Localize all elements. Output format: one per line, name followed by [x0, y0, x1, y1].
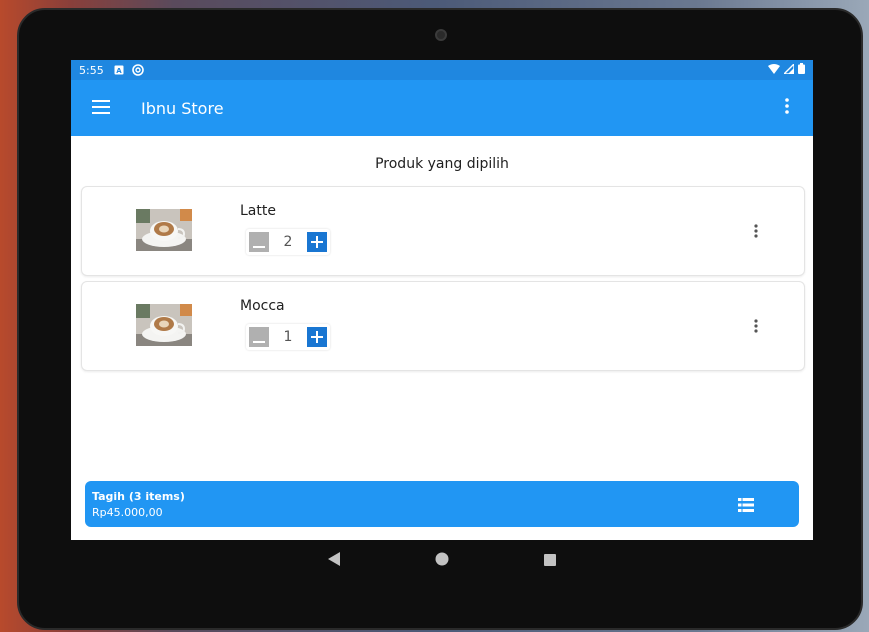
quantity-value: 1	[283, 329, 293, 345]
checkout-label: Tagih (3 items)	[92, 490, 185, 503]
app-title: Ibnu Store	[141, 98, 224, 118]
menu-button[interactable]	[73, 80, 129, 136]
product-image	[136, 209, 192, 251]
tablet-frame: 5:55 A Ibnu Store Produk yang dipilih La…	[17, 8, 863, 630]
more-vert-icon	[754, 223, 758, 242]
back-icon	[328, 551, 340, 570]
quantity-value: 2	[283, 234, 293, 250]
checkout-total: Rp45.000,00	[92, 506, 163, 519]
status-bar: 5:55 A	[71, 60, 813, 80]
camera	[435, 29, 447, 41]
quantity-stepper: 2	[246, 229, 330, 255]
list-icon	[738, 497, 754, 512]
signal-icon	[782, 61, 795, 77]
quantity-stepper: 1	[246, 324, 330, 350]
system-nav-bar	[71, 540, 813, 580]
minus-icon	[253, 233, 265, 252]
wifi-icon	[768, 63, 780, 77]
sync-icon	[131, 64, 144, 76]
main-content: Produk yang dipilih Latte 2 Mocca 1 Tagi…	[71, 136, 813, 540]
recents-icon	[544, 551, 556, 570]
product-name: Mocca	[240, 298, 285, 314]
device-screen: 5:55 A Ibnu Store Produk yang dipilih La…	[71, 60, 813, 540]
section-title: Produk yang dipilih	[375, 156, 509, 172]
plus-icon	[311, 233, 323, 252]
status-time: 5:55	[79, 63, 104, 77]
product-image	[136, 304, 192, 346]
overflow-menu-button[interactable]	[775, 96, 799, 120]
more-vert-icon	[754, 318, 758, 337]
menu-icon	[92, 99, 110, 118]
minus-icon	[253, 328, 265, 347]
battery-icon	[798, 63, 805, 77]
product-more-button[interactable]	[748, 316, 764, 338]
app-bar: Ibnu Store	[71, 80, 813, 136]
home-button[interactable]	[434, 552, 450, 568]
notification-a-icon: A	[114, 65, 124, 75]
decrease-button[interactable]	[249, 232, 269, 252]
product-more-button[interactable]	[748, 221, 764, 243]
increase-button[interactable]	[307, 327, 327, 347]
recents-button[interactable]	[542, 552, 558, 568]
home-icon	[435, 551, 449, 570]
checkout-button[interactable]: Tagih (3 items) Rp45.000,00	[85, 481, 799, 527]
plus-icon	[311, 328, 323, 347]
overflow-menu-icon	[785, 98, 789, 118]
decrease-button[interactable]	[249, 327, 269, 347]
product-name: Latte	[240, 203, 276, 219]
svg-text:A: A	[116, 67, 122, 75]
product-card: Latte 2	[81, 186, 805, 276]
increase-button[interactable]	[307, 232, 327, 252]
product-card: Mocca 1	[81, 281, 805, 371]
status-right-icons	[768, 61, 805, 77]
back-button[interactable]	[326, 551, 342, 570]
